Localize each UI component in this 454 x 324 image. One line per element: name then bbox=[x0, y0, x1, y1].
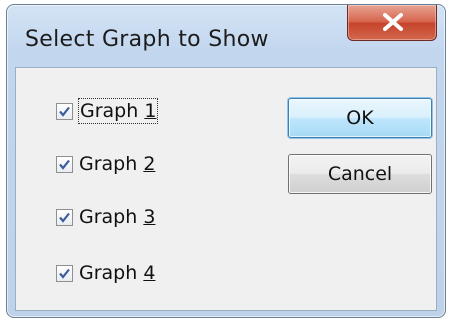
graph-1-checkbox[interactable] bbox=[56, 102, 73, 120]
graph-2-checkbox-row[interactable]: Graph 2 bbox=[56, 149, 155, 179]
title-bar[interactable]: Select Graph to Show bbox=[7, 5, 445, 67]
checkmark-icon bbox=[59, 268, 70, 279]
close-x-icon bbox=[383, 13, 403, 31]
graph-3-label: Graph 3 bbox=[79, 206, 156, 228]
graph-1-checkbox-row[interactable]: Graph 1 bbox=[56, 96, 159, 126]
graph-2-label: Graph 2 bbox=[79, 153, 156, 175]
dialog-client-area: Graph 1 Graph 2 Graph 3 Graph 4 OK Cance… bbox=[15, 67, 437, 311]
cancel-button[interactable]: Cancel bbox=[288, 154, 432, 194]
graph-1-label: Graph 1 bbox=[77, 98, 159, 124]
dialog-window: Select Graph to Show Graph 1 Graph 2 Gra… bbox=[6, 4, 446, 318]
checkmark-icon bbox=[59, 159, 70, 170]
graph-3-checkbox-row[interactable]: Graph 3 bbox=[56, 202, 155, 232]
graph-2-checkbox[interactable] bbox=[56, 155, 73, 173]
window-title: Select Graph to Show bbox=[25, 27, 269, 52]
close-button[interactable] bbox=[347, 5, 437, 41]
graph-4-label: Graph 4 bbox=[79, 262, 156, 284]
checkmark-icon bbox=[59, 212, 70, 223]
ok-button[interactable]: OK bbox=[288, 98, 432, 138]
checkmark-icon bbox=[59, 106, 70, 117]
graph-4-checkbox-row[interactable]: Graph 4 bbox=[56, 258, 155, 288]
graph-4-checkbox[interactable] bbox=[56, 264, 73, 282]
graph-3-checkbox[interactable] bbox=[56, 208, 73, 226]
